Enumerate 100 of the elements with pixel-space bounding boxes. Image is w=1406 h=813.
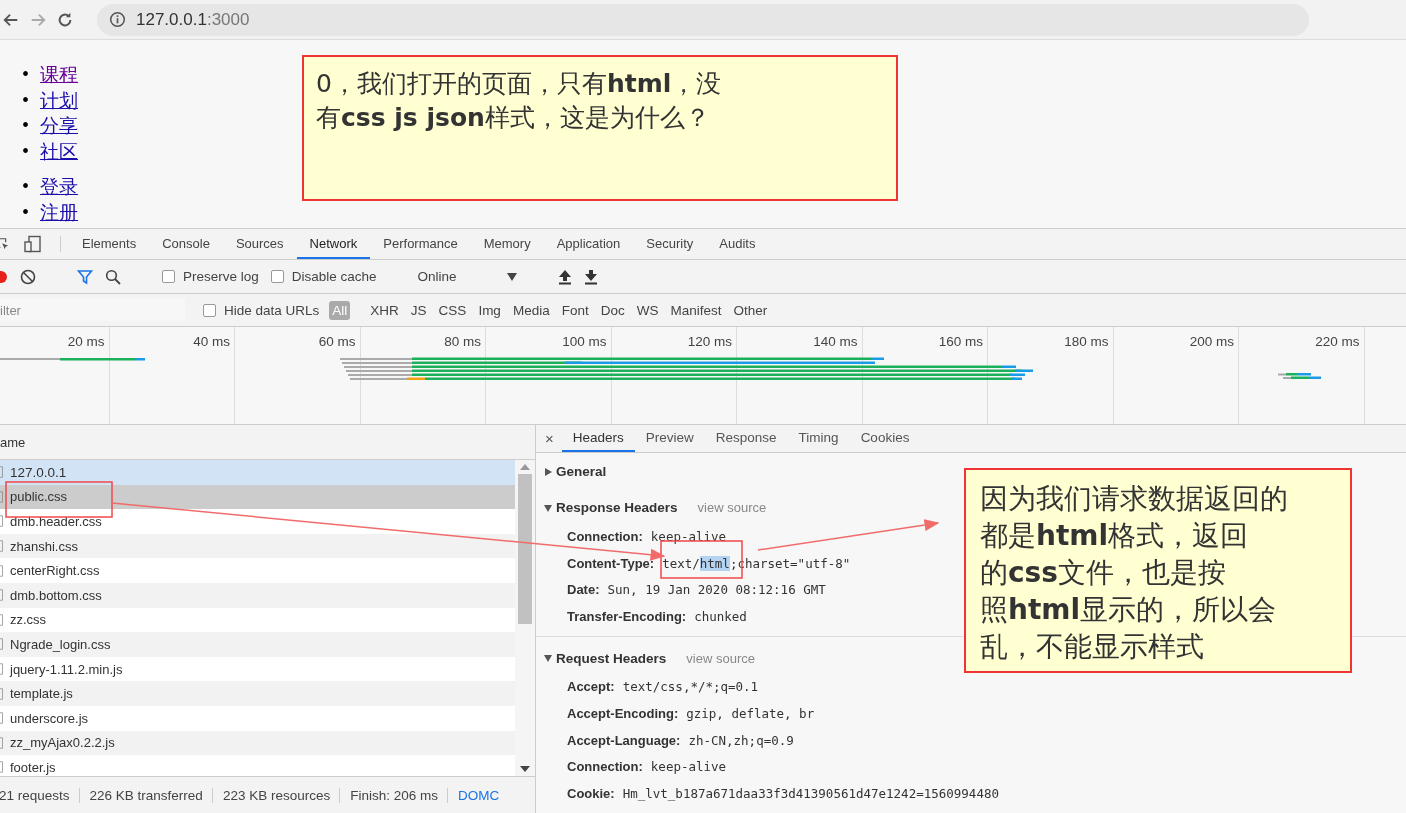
header-name: Transfer-Encoding: [567,609,687,625]
detail-tab[interactable]: Headers [561,425,635,452]
column-header[interactable]: ame [0,434,26,450]
url-port: :3000 [206,9,250,30]
type-filter[interactable]: Img [475,300,504,320]
tick-label: 160 ms [938,334,983,349]
header-value: Sun, 19 Jan 2020 08:12:16 GMT [607,582,826,598]
panel-tab[interactable]: Application [543,229,634,259]
tick-label: 60 ms [318,334,356,349]
tick-label: 80 ms [444,334,481,349]
header-name: Cookie: [567,786,615,802]
file-icon [0,735,4,750]
bullet-mark: • [22,87,29,113]
page-link[interactable]: 分享 [40,113,78,139]
detail-tab[interactable]: Preview [634,425,705,452]
request-row[interactable]: zz.css [0,607,515,633]
request-row[interactable]: underscore.js [0,705,515,731]
tick-label: 200 ms [1189,334,1234,349]
bullet-mark: • [22,138,29,164]
bullet-mark: • [22,174,29,199]
type-filter[interactable]: Manifest [667,300,725,320]
request-row[interactable]: public.css [0,484,515,510]
type-filter[interactable]: Other [730,300,771,320]
panel-tab[interactable]: Elements [69,229,150,259]
page-link[interactable]: 计划 [40,87,78,113]
detail-tab[interactable]: Timing [787,425,850,452]
annotation-note: 0，我们打开的页面，只有html，没 有css js json样式，这是为什么？ [302,55,898,201]
info-icon[interactable] [109,11,126,28]
page-link[interactable]: 注册 [40,199,78,225]
file-icon [0,563,4,578]
panel-tab[interactable]: Memory [470,229,544,259]
request-row[interactable]: 127.0.0.1 [0,460,515,485]
address-bar[interactable]: 127.0.0.1:3000 [97,3,1309,36]
section-toggle[interactable]: Request Headers [536,650,667,666]
triangle-icon [544,503,552,512]
filter-icon[interactable] [77,268,93,285]
type-filter[interactable]: Media [509,300,553,320]
throttling-dropdown[interactable]: Online [417,269,517,284]
download-icon[interactable] [583,268,598,285]
panel-tab[interactable]: Network [296,229,371,259]
checkbox-option[interactable]: Disable cache [270,269,377,284]
detail-tab[interactable]: Cookies [849,425,921,452]
file-icon [0,588,4,603]
caret-icon [506,272,517,281]
file-icon [0,686,4,701]
filter-field[interactable]: ilter [0,299,185,321]
inspect-icon[interactable] [0,236,10,252]
tick-label: 20 ms [67,334,105,349]
panel-tab[interactable]: Performance [370,229,471,259]
header-name: Connection: [567,528,643,544]
status-link[interactable]: DOMC [447,787,510,803]
file-icon [0,612,4,627]
upload-icon[interactable] [557,268,572,285]
tick-label: 140 ms [813,334,858,349]
section-toggle[interactable]: Response Headers [536,500,678,516]
status-text: 223 KB resources [211,787,341,803]
header-value: keep-alive [650,759,727,775]
checkbox-option[interactable]: Preserve log [162,269,259,284]
scroll-down-icon[interactable] [520,766,530,772]
page-link[interactable]: 社区 [40,138,78,164]
triangle-icon [544,467,552,476]
type-filter[interactable]: WS [633,300,662,320]
header-name: Content-Type: [567,555,655,571]
type-filter[interactable]: Doc [597,300,628,320]
detail-tab[interactable]: Response [704,425,788,452]
type-filter[interactable]: CSS [435,300,470,320]
header-value: keep-alive [650,528,727,544]
bullet-mark: • [22,199,29,225]
request-row[interactable]: dmb.header.css [0,509,515,534]
panel-tab[interactable]: Console [149,229,223,259]
header-name: Accept: [567,678,615,694]
annotation-note: 因为我们请求数据返回的 都是html格式，返回 的css文件，也是按 照html显示的，所以会 乱，不能显示样式 [964,468,1352,673]
clear-icon[interactable] [20,268,36,285]
type-filter[interactable]: Font [558,300,592,320]
request-row[interactable]: jquery-1.11.2.min.js [0,656,515,682]
request-row[interactable]: centerRight.css [0,558,515,583]
panel-tab[interactable]: Audits [706,229,769,259]
page-link[interactable]: 登录 [40,174,78,200]
panel-tab[interactable]: Security [633,229,707,259]
page-link[interactable]: 课程 [40,62,78,88]
section-toggle[interactable]: General [536,464,607,480]
bullet-mark: • [22,62,29,87]
request-row[interactable]: footer.js [0,755,515,776]
scroll-up-icon[interactable] [520,464,530,470]
type-filter[interactable]: JS [407,300,430,320]
bullet-mark: • [22,113,29,138]
search-icon[interactable] [105,268,121,285]
checkbox-option[interactable]: Hide data URLs [203,302,320,318]
type-filter[interactable]: XHR [367,300,402,320]
close-button[interactable]: × [536,425,562,452]
header-value: chunked [694,609,747,625]
device-icon[interactable] [24,235,42,253]
status-text: Finish: 206 ms [339,787,448,803]
file-icon [0,465,4,480]
tick-label: 220 ms [1315,334,1360,349]
panel-tab[interactable]: Sources [222,229,297,259]
file-icon [0,489,4,504]
header-value: gzip, deflate, br [686,705,815,721]
file-icon [0,662,4,677]
file-icon [0,637,4,652]
